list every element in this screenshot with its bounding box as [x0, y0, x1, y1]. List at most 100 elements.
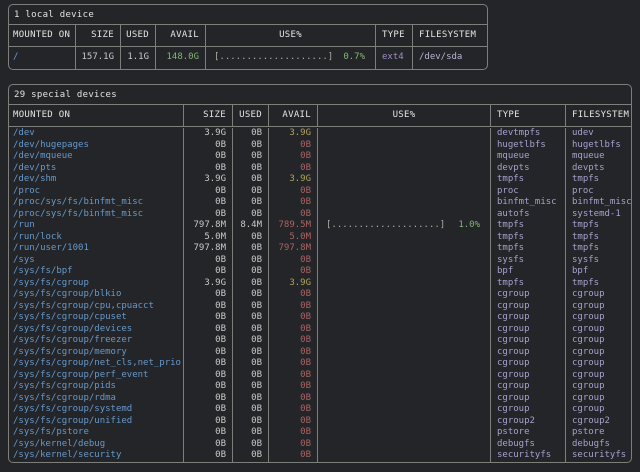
cell-avail: 0B — [269, 450, 318, 462]
cell-size: 3.9G — [184, 128, 233, 140]
cell-use-percent — [318, 128, 491, 140]
cell-type: cgroup — [491, 370, 566, 382]
cell-type: cgroup — [491, 381, 566, 393]
cell-filesystem: /dev/sda — [413, 47, 487, 69]
cell-mounted-on: /sys/fs/bpf — [9, 266, 184, 278]
cell-type: securityfs — [491, 450, 566, 462]
cell-avail: 0B — [269, 393, 318, 405]
cell-mounted-on: /proc — [9, 186, 184, 198]
device-row: /sys/fs/cgroup/devices 0B 0B 0B cgroup c… — [9, 324, 631, 336]
cell-size: 0B — [184, 427, 233, 439]
cell-use-percent — [318, 416, 491, 428]
cell-size: 797.8M — [184, 220, 233, 232]
cell-size: 0B — [184, 370, 233, 382]
cell-avail: 0B — [269, 255, 318, 267]
cell-used: 0B — [233, 266, 269, 278]
column-header-type: TYPE — [376, 25, 413, 46]
cell-use-percent — [318, 278, 491, 290]
cell-avail: 797.8M — [269, 243, 318, 255]
cell-size: 0B — [184, 324, 233, 336]
cell-size: 0B — [184, 255, 233, 267]
cell-mounted-on: /sys/fs/cgroup/pids — [9, 381, 184, 393]
cell-type: tmpfs — [491, 220, 566, 232]
cell-avail: 0B — [269, 416, 318, 428]
cell-type: cgroup — [491, 312, 566, 324]
cell-type: ext4 — [376, 47, 413, 69]
cell-use-percent — [318, 289, 491, 301]
cell-size: 0B — [184, 416, 233, 428]
cell-filesystem: debugfs — [566, 439, 631, 451]
cell-mounted-on: /dev/mqueue — [9, 151, 184, 163]
cell-type: cgroup — [491, 347, 566, 359]
cell-used: 0B — [233, 128, 269, 140]
cell-filesystem: cgroup — [566, 393, 631, 405]
cell-use-percent — [318, 243, 491, 255]
column-header-filesystem: FILESYSTEM — [566, 105, 631, 126]
cell-size: 0B — [184, 450, 233, 462]
cell-avail: 0B — [269, 151, 318, 163]
cell-mounted-on: /proc/sys/fs/binfmt_misc — [9, 209, 184, 221]
column-header-used: USED — [233, 105, 269, 126]
cell-mounted-on: /sys/fs/cgroup/memory — [9, 347, 184, 359]
cell-size: 0B — [184, 335, 233, 347]
cell-filesystem: cgroup — [566, 370, 631, 382]
cell-filesystem: tmpfs — [566, 220, 631, 232]
local-devices-table: 1 local device MOUNTED ON SIZE USED AVAI… — [8, 4, 488, 70]
cell-avail: 148.0G — [156, 47, 206, 69]
cell-used: 0B — [233, 255, 269, 267]
cell-filesystem: tmpfs — [566, 174, 631, 186]
cell-filesystem: cgroup — [566, 358, 631, 370]
cell-type: sysfs — [491, 255, 566, 267]
cell-used: 0B — [233, 140, 269, 152]
special-table-body: /dev 3.9G 0B 3.9G devtmpfs udev /dev/hug… — [9, 127, 631, 462]
cell-mounted-on: /sys/kernel/debug — [9, 439, 184, 451]
cell-avail: 0B — [269, 347, 318, 359]
cell-use-percent — [318, 427, 491, 439]
cell-avail: 0B — [269, 370, 318, 382]
cell-mounted-on: /run — [9, 220, 184, 232]
cell-use-percent — [318, 370, 491, 382]
usage-bar: [....................] — [326, 220, 445, 232]
cell-filesystem: cgroup2 — [566, 416, 631, 428]
cell-use-percent — [318, 151, 491, 163]
cell-used: 0B — [233, 358, 269, 370]
device-row: /run 797.8M 8.4M 789.5M [...............… — [9, 220, 631, 232]
device-row: /sys/fs/cgroup/perf_event 0B 0B 0B cgrou… — [9, 370, 631, 382]
usage-percent: 1.0% — [458, 220, 480, 232]
cell-use-percent — [318, 393, 491, 405]
cell-used: 0B — [233, 209, 269, 221]
cell-used: 0B — [233, 324, 269, 336]
cell-mounted-on: /sys/fs/cgroup — [9, 278, 184, 290]
cell-size: 0B — [184, 151, 233, 163]
cell-filesystem: cgroup — [566, 301, 631, 313]
cell-mounted-on: /sys/fs/cgroup/cpu,cpuacct — [9, 301, 184, 313]
cell-type: debugfs — [491, 439, 566, 451]
cell-size: 0B — [184, 266, 233, 278]
cell-type: tmpfs — [491, 243, 566, 255]
cell-filesystem: devpts — [566, 163, 631, 175]
column-header-type: TYPE — [491, 105, 566, 126]
cell-filesystem: cgroup — [566, 381, 631, 393]
cell-used: 0B — [233, 197, 269, 209]
device-row: /dev/pts 0B 0B 0B devpts devpts — [9, 163, 631, 175]
cell-used: 0B — [233, 427, 269, 439]
cell-mounted-on: /sys — [9, 255, 184, 267]
device-row: /dev/mqueue 0B 0B 0B mqueue mqueue — [9, 151, 631, 163]
cell-size: 0B — [184, 140, 233, 152]
cell-size: 0B — [184, 381, 233, 393]
cell-used: 0B — [233, 416, 269, 428]
cell-type: cgroup — [491, 404, 566, 416]
cell-avail: 0B — [269, 324, 318, 336]
device-row: /sys/fs/cgroup/net_cls,net_prio 0B 0B 0B… — [9, 358, 631, 370]
cell-size: 0B — [184, 289, 233, 301]
cell-used: 0B — [233, 335, 269, 347]
device-row: /sys/fs/cgroup/pids 0B 0B 0B cgroup cgro… — [9, 381, 631, 393]
device-row: /sys/fs/cgroup/rdma 0B 0B 0B cgroup cgro… — [9, 393, 631, 405]
cell-mounted-on: /dev — [9, 128, 184, 140]
cell-size: 0B — [184, 209, 233, 221]
cell-filesystem: sysfs — [566, 255, 631, 267]
column-header-size: SIZE — [76, 25, 121, 46]
cell-use-percent — [318, 209, 491, 221]
column-header-size: SIZE — [184, 105, 233, 126]
device-row: /sys/fs/cgroup/blkio 0B 0B 0B cgroup cgr… — [9, 289, 631, 301]
